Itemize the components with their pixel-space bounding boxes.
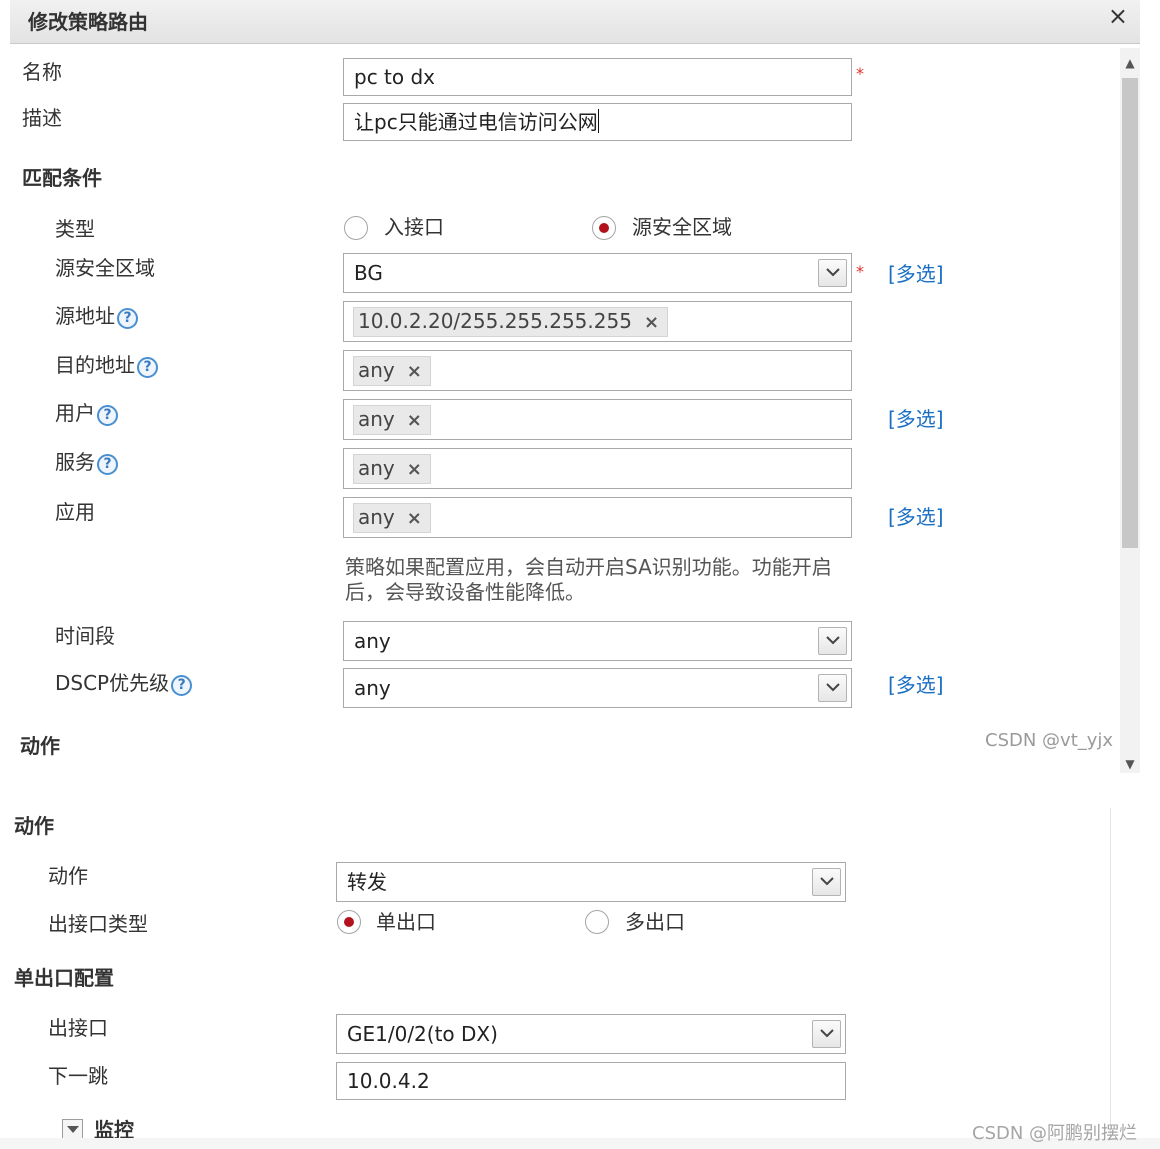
user-label-text: 用户 <box>55 401 95 425</box>
watermark-top: CSDN @vt_yjx <box>985 730 1114 751</box>
action-label: 动作 <box>48 864 88 888</box>
required-mark: * <box>856 64 864 83</box>
radio-in-interface-label: 入接口 <box>384 215 444 239</box>
help-icon[interactable]: ? <box>97 454 118 475</box>
application-label: 应用 <box>55 500 95 524</box>
out-interface-value: GE1/0/2(to DX) <box>347 1022 498 1046</box>
text-cursor <box>597 109 599 133</box>
chevron-down-icon[interactable] <box>818 674 847 702</box>
radio-in-interface[interactable] <box>344 216 368 240</box>
action-value: 转发 <box>347 870 387 894</box>
address-tag: 10.0.2.20/255.255.255.255 × <box>353 307 669 337</box>
description-label: 描述 <box>22 106 62 130</box>
time-range-value: any <box>354 629 391 653</box>
close-button[interactable]: × <box>1108 2 1128 30</box>
match-section-title: 匹配条件 <box>22 166 102 190</box>
service-label: 服务? <box>55 450 118 475</box>
help-icon[interactable]: ? <box>97 405 118 426</box>
panel-divider <box>1110 808 1111 1138</box>
source-zone-value: BG <box>354 261 383 285</box>
tag-remove-icon[interactable]: × <box>407 508 422 529</box>
radio-single-exit[interactable] <box>337 910 361 934</box>
next-hop-value: 10.0.4.2 <box>347 1069 430 1093</box>
destination-address-label: 目的地址? <box>55 353 158 378</box>
name-value: pc to dx <box>354 65 436 89</box>
destination-address-field[interactable]: any × <box>343 350 852 391</box>
destination-address-label-text: 目的地址 <box>55 353 135 377</box>
name-input[interactable]: pc to dx <box>343 58 852 96</box>
multi-select-link-application[interactable]: [多选] <box>888 501 944 530</box>
radio-multi-exit-label: 多出口 <box>625 910 685 934</box>
dscp-priority-label: DSCP优先级? <box>55 671 193 696</box>
watermark-bottom: CSDN @阿鹏别摆烂 <box>972 1123 1138 1144</box>
tag-text: any <box>358 358 395 382</box>
source-zone-select[interactable]: BG <box>343 253 852 293</box>
help-icon[interactable]: ? <box>137 357 158 378</box>
source-address-label-text: 源地址 <box>55 304 115 328</box>
tag-remove-icon[interactable]: × <box>407 361 422 382</box>
source-zone-label: 源安全区域 <box>55 256 155 280</box>
application-hint-line-1: 策略如果配置应用，会自动开启SA识别功能。功能开启 <box>345 555 832 579</box>
out-interface-type-label: 出接口类型 <box>48 912 148 936</box>
description-value: 让pc只能通过电信访问公网 <box>354 110 598 134</box>
application-field[interactable]: any × <box>343 497 852 538</box>
required-mark: * <box>856 262 864 281</box>
help-icon[interactable]: ? <box>117 308 138 329</box>
chevron-down-icon[interactable] <box>812 868 841 896</box>
source-address-label: 源地址? <box>55 304 138 329</box>
application-hint-line-2: 后，会导致设备性能降低。 <box>345 580 585 604</box>
collapse-toggle-icon[interactable] <box>62 1119 83 1140</box>
dscp-priority-value: any <box>354 676 391 700</box>
scroll-down-arrow-icon[interactable]: ▼ <box>1123 757 1137 771</box>
time-range-label: 时间段 <box>55 624 115 648</box>
chevron-down-icon[interactable] <box>812 1020 841 1048</box>
dscp-priority-select[interactable]: any <box>343 668 852 708</box>
dialog-title: 修改策略路由 <box>28 10 148 34</box>
chevron-down-icon[interactable] <box>818 259 847 287</box>
tag-remove-icon[interactable]: × <box>644 312 659 333</box>
next-hop-input[interactable]: 10.0.4.2 <box>336 1062 846 1100</box>
tag-remove-icon[interactable]: × <box>407 459 422 480</box>
name-label: 名称 <box>22 60 62 84</box>
action-section-title: 动作 <box>14 814 54 838</box>
radio-multi-exit[interactable] <box>585 910 609 934</box>
scroll-up-arrow-icon[interactable]: ▲ <box>1123 56 1137 70</box>
service-label-text: 服务 <box>55 450 95 474</box>
service-tag: any × <box>353 454 431 484</box>
tag-text: any <box>358 505 395 529</box>
help-icon[interactable]: ? <box>171 675 193 696</box>
out-interface-label: 出接口 <box>48 1016 108 1040</box>
multi-select-link-zone[interactable]: [多选] <box>888 258 944 287</box>
dscp-priority-label-text: DSCP优先级 <box>55 671 170 695</box>
address-tag: any × <box>353 356 431 386</box>
action-select[interactable]: 转发 <box>336 862 846 902</box>
user-tag: any × <box>353 405 431 435</box>
radio-source-zone[interactable] <box>592 216 616 240</box>
single-exit-section-title: 单出口配置 <box>14 966 114 990</box>
type-label: 类型 <box>55 217 95 241</box>
radio-source-zone-label: 源安全区域 <box>632 215 732 239</box>
service-field[interactable]: any × <box>343 448 852 489</box>
radio-single-exit-label: 单出口 <box>376 910 436 934</box>
action-section-title-top: 动作 <box>20 734 60 758</box>
tag-text: 10.0.2.20/255.255.255.255 <box>358 309 632 333</box>
tag-text: any <box>358 407 395 431</box>
out-interface-select[interactable]: GE1/0/2(to DX) <box>336 1014 846 1054</box>
time-range-select[interactable]: any <box>343 621 852 661</box>
source-address-field[interactable]: 10.0.2.20/255.255.255.255 × <box>343 301 852 342</box>
application-tag: any × <box>353 503 431 533</box>
tag-text: any <box>358 456 395 480</box>
next-hop-label: 下一跳 <box>48 1064 108 1088</box>
multi-select-link-user[interactable]: [多选] <box>888 403 944 432</box>
dialog-title-bar: 修改策略路由 × <box>10 0 1140 44</box>
multi-select-link-dscp[interactable]: [多选] <box>888 669 944 698</box>
user-label: 用户? <box>55 401 118 426</box>
description-input[interactable]: 让pc只能通过电信访问公网 <box>343 103 852 141</box>
user-field[interactable]: any × <box>343 399 852 440</box>
scrollbar-thumb[interactable] <box>1122 78 1138 548</box>
tag-remove-icon[interactable]: × <box>407 410 422 431</box>
chevron-down-icon[interactable] <box>818 627 847 655</box>
